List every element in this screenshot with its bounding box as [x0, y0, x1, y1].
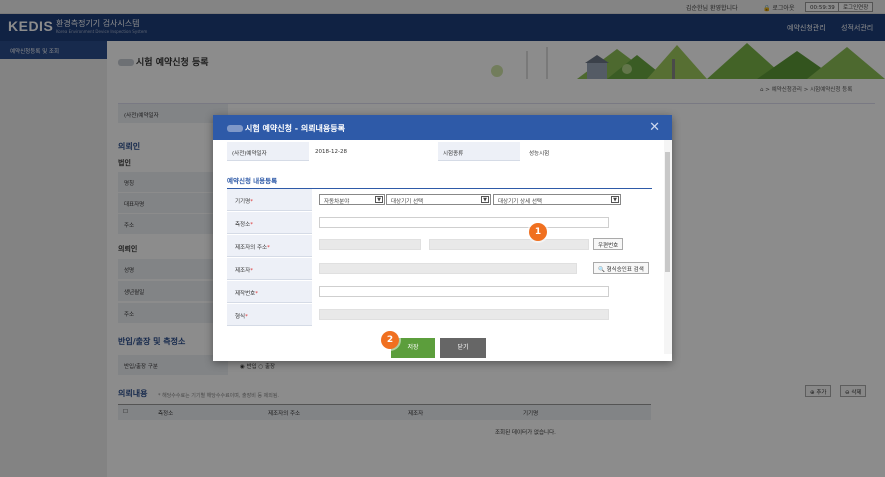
label-station: 측정소*: [227, 212, 312, 234]
close-button[interactable]: 닫기: [440, 338, 486, 358]
modal-date-label: (사전)예약일자: [227, 142, 309, 161]
device-select[interactable]: 대상기기 선택 ▼: [386, 194, 491, 205]
modal-date-value: 2018-12-28: [315, 149, 347, 155]
label-device: 기기명*: [227, 189, 312, 211]
zipcode-input[interactable]: [319, 239, 421, 250]
serial-input[interactable]: [319, 286, 609, 297]
modal-type-value: 성능시험: [529, 151, 550, 157]
chevron-down-icon: ▼: [611, 196, 619, 203]
modal-scrollbar[interactable]: [664, 140, 672, 354]
search-icon: 🔍: [598, 267, 605, 273]
model-input[interactable]: [319, 309, 609, 320]
modal-body: (사전)예약일자 2018-12-28 시험종류 성능시험 예약신청 내용등록 …: [213, 140, 672, 361]
maker-address-input[interactable]: [429, 239, 589, 250]
chevron-down-icon: ▼: [481, 196, 489, 203]
label-maker: 제조자*: [227, 258, 312, 280]
step-badge-1: 1: [529, 223, 547, 241]
register-modal: 시험 예약신청 - 의뢰내용등록 ✕ (사전)예약일자 2018-12-28 시…: [213, 115, 672, 361]
close-icon[interactable]: ✕: [649, 120, 660, 135]
modal-title: 시험 예약신청 - 의뢰내용등록: [213, 115, 672, 140]
chevron-down-icon: ▼: [375, 196, 383, 203]
label-serial: 제작번호*: [227, 281, 312, 303]
modal-section-title: 예약신청 내용등록: [227, 177, 278, 185]
label-model: 형식*: [227, 304, 312, 326]
label-maker-addr: 제조자의 주소*: [227, 235, 312, 257]
step-badge-2: 2: [381, 331, 399, 349]
device-detail-select[interactable]: 대상기기 상세 선택 ▼: [493, 194, 621, 205]
type-approval-search-button[interactable]: 🔍 형식승인표 검색: [593, 262, 649, 274]
category-select[interactable]: 자동차분야 ▼: [319, 194, 385, 205]
station-input[interactable]: [319, 217, 609, 228]
maker-input[interactable]: [319, 263, 577, 274]
scrollbar-thumb[interactable]: [665, 152, 670, 272]
zipcode-button[interactable]: 우편번호: [593, 238, 624, 250]
modal-type-label: 시험종류: [438, 142, 520, 161]
